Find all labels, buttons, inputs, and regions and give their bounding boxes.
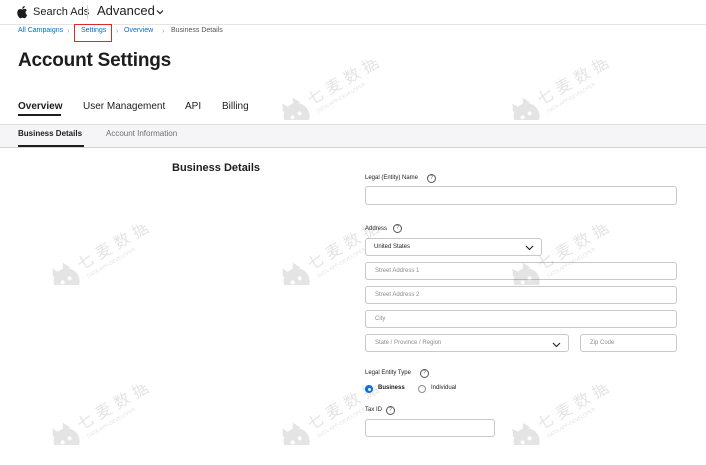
active-tab-indicator: [18, 114, 61, 116]
watermark-text: 七 麦 数 据: [534, 385, 612, 434]
tab-api[interactable]: API: [185, 101, 201, 112]
tab-overview[interactable]: Overview: [18, 101, 62, 112]
breadcrumb-overview[interactable]: Overview: [124, 27, 153, 34]
watermark-logo: 七 麦 数 据 DATA-APP-DEVELOPER: [52, 385, 152, 445]
apple-logo-icon: [17, 6, 28, 19]
tab-user-management[interactable]: User Management: [83, 101, 165, 112]
section-title: Business Details: [172, 162, 261, 174]
info-icon[interactable]: ?: [427, 174, 436, 183]
breadcrumb-separator-icon: ›: [162, 28, 165, 35]
street-address-2-placeholder: Street Address 2: [375, 292, 420, 298]
highlight-annotation-box: [74, 24, 112, 42]
legal-entity-type-label: Legal Entity Type: [365, 370, 411, 376]
state-select[interactable]: State / Province / Region: [365, 334, 569, 352]
street-address-2-input[interactable]: Street Address 2: [365, 286, 677, 304]
watermark-logo: 七 麦 数 据 DATA-APP-DEVELOPER: [282, 385, 382, 445]
tab-billing[interactable]: Billing: [222, 101, 249, 112]
info-icon[interactable]: ?: [420, 369, 429, 378]
breadcrumb-all-campaigns[interactable]: All Campaigns: [18, 27, 63, 34]
watermark-text: 七 麦 数 据: [304, 225, 382, 274]
watermark-text: 七 麦 数 据: [74, 385, 152, 434]
city-placeholder: City: [375, 316, 386, 322]
watermark-logo: 七 麦 数 据 DATA-APP-DEVELOPER: [52, 225, 152, 285]
breadcrumb-separator-icon: ›: [116, 28, 119, 35]
watermark-text: 七 麦 数 据: [534, 225, 612, 274]
active-subtab-indicator: [18, 145, 84, 147]
header-divider: [87, 5, 88, 19]
page-title: Account Settings: [18, 50, 172, 71]
zip-code-input[interactable]: Zip Code: [580, 334, 677, 352]
watermark-text: 七 麦 数 据: [534, 60, 612, 109]
legal-name-label: Legal (Entity) Name: [365, 175, 419, 181]
info-icon[interactable]: ?: [393, 224, 402, 233]
watermark-logo: 七 麦 数 据 DATA-APP-DEVELOPER: [282, 225, 382, 285]
zip-code-placeholder: Zip Code: [590, 340, 615, 346]
breadcrumb-separator-icon: ›: [67, 28, 70, 35]
legal-name-input[interactable]: [365, 186, 677, 205]
watermark-logo: 七 麦 数 据 DATA-APP-DEVELOPER: [512, 60, 612, 120]
radio-individual[interactable]: [418, 385, 426, 393]
watermark-logo: 七 麦 数 据 DATA-APP-DEVELOPER: [282, 60, 382, 120]
watermark-text: 七 麦 数 据: [304, 60, 382, 109]
watermark-text: 七 麦 数 据: [304, 385, 382, 434]
brand-name[interactable]: Search Ads: [33, 6, 89, 18]
city-input[interactable]: City: [365, 310, 677, 328]
product-switcher-label[interactable]: Advanced: [97, 3, 155, 18]
breadcrumb-current-page: Business Details: [171, 27, 223, 34]
subtab-business-details[interactable]: Business Details: [18, 129, 82, 138]
chevron-down-icon[interactable]: [155, 8, 165, 16]
watermark-text: 七 麦 数 据: [74, 225, 152, 274]
watermark-logo: 七 麦 数 据 DATA-APP-DEVELOPER: [512, 385, 612, 445]
state-placeholder: State / Province / Region: [375, 340, 442, 346]
chevron-down-icon: [552, 342, 561, 348]
watermark-logo: 七 麦 数 据 DATA-APP-DEVELOPER: [512, 225, 612, 285]
subtab-account-information[interactable]: Account Information: [106, 129, 177, 138]
radio-individual-label[interactable]: Individual: [431, 385, 456, 391]
